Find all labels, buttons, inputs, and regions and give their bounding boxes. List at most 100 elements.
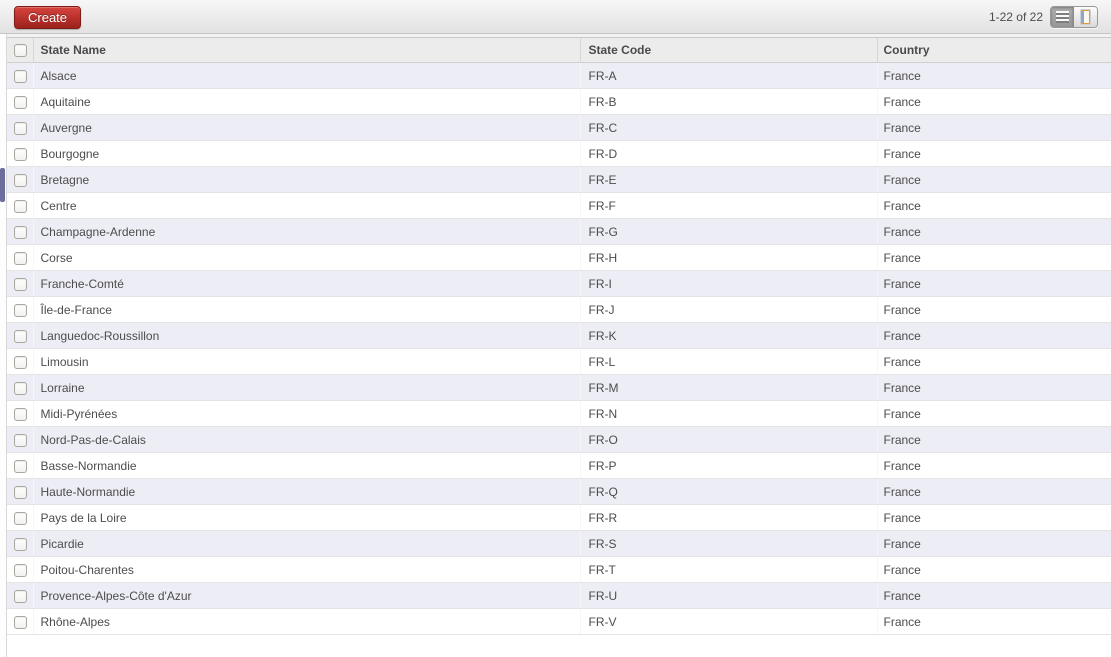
cell-state-code[interactable]: FR-U xyxy=(580,582,877,609)
cell-state-code[interactable]: FR-G xyxy=(580,218,877,245)
cell-state-code[interactable]: FR-S xyxy=(580,530,877,557)
cell-state-code[interactable]: FR-K xyxy=(580,322,877,349)
cell-country[interactable]: France xyxy=(877,530,1111,557)
table-row[interactable]: Languedoc-Roussillon FR-K France xyxy=(7,322,1111,349)
table-row[interactable]: Aquitaine FR-B France xyxy=(7,88,1111,115)
cell-state-code[interactable]: FR-F xyxy=(580,192,877,219)
cell-state-name[interactable]: Nord-Pas-de-Calais xyxy=(33,426,580,453)
cell-country[interactable]: France xyxy=(877,348,1111,375)
cell-state-name[interactable]: Aquitaine xyxy=(33,88,580,115)
list-view-button[interactable] xyxy=(1051,7,1074,27)
cell-country[interactable]: France xyxy=(877,426,1111,453)
table-row[interactable]: Bretagne FR-E France xyxy=(7,166,1111,193)
cell-state-code[interactable]: FR-E xyxy=(580,166,877,193)
cell-country[interactable]: France xyxy=(877,140,1111,167)
table-row[interactable]: Franche-Comté FR-I France xyxy=(7,270,1111,297)
row-checkbox[interactable] xyxy=(14,459,27,473)
table-row[interactable]: Île-de-France FR-J France xyxy=(7,296,1111,323)
cell-state-name[interactable]: Limousin xyxy=(33,348,580,375)
cell-state-name[interactable]: Rhône-Alpes xyxy=(33,608,580,635)
cell-state-code[interactable]: FR-B xyxy=(580,88,877,115)
cell-state-code[interactable]: FR-N xyxy=(580,400,877,427)
cell-state-name[interactable]: Bourgogne xyxy=(33,140,580,167)
cell-country[interactable]: France xyxy=(877,322,1111,349)
cell-state-name[interactable]: Lorraine xyxy=(33,374,580,401)
cell-state-name[interactable]: Provence-Alpes-Côte d'Azur xyxy=(33,582,580,609)
cell-state-name[interactable]: Basse-Normandie xyxy=(33,452,580,479)
table-row[interactable]: Bourgogne FR-D France xyxy=(7,140,1111,167)
row-checkbox[interactable] xyxy=(14,407,27,421)
cell-state-name[interactable]: Alsace xyxy=(33,62,580,89)
table-row[interactable]: Pays de la Loire FR-R France xyxy=(7,504,1111,531)
row-checkbox[interactable] xyxy=(14,121,27,135)
cell-state-code[interactable]: FR-O xyxy=(580,426,877,453)
cell-state-name[interactable]: Midi-Pyrénées xyxy=(33,400,580,427)
row-checkbox[interactable] xyxy=(14,355,27,369)
cell-country[interactable]: France xyxy=(877,504,1111,531)
table-row[interactable]: Centre FR-F France xyxy=(7,192,1111,219)
cell-state-code[interactable]: FR-L xyxy=(580,348,877,375)
cell-country[interactable]: France xyxy=(877,192,1111,219)
cell-country[interactable]: France xyxy=(877,582,1111,609)
cell-country[interactable]: France xyxy=(877,88,1111,115)
cell-state-code[interactable]: FR-M xyxy=(580,374,877,401)
table-row[interactable]: Champagne-Ardenne FR-G France xyxy=(7,218,1111,245)
cell-state-code[interactable]: FR-T xyxy=(580,556,877,583)
cell-state-name[interactable]: Bretagne xyxy=(33,166,580,193)
cell-country[interactable]: France xyxy=(877,296,1111,323)
cell-country[interactable]: France xyxy=(877,556,1111,583)
cell-country[interactable]: France xyxy=(877,478,1111,505)
column-header-state-name[interactable]: State Name xyxy=(32,37,580,63)
cell-country[interactable]: France xyxy=(877,114,1111,141)
cell-state-code[interactable]: FR-D xyxy=(580,140,877,167)
row-checkbox[interactable] xyxy=(14,589,27,603)
row-checkbox[interactable] xyxy=(14,329,27,343)
create-button[interactable]: Create xyxy=(14,6,82,29)
row-checkbox[interactable] xyxy=(14,433,27,447)
cell-state-name[interactable]: Auvergne xyxy=(33,114,580,141)
left-scrollbar[interactable] xyxy=(0,34,7,657)
row-checkbox[interactable] xyxy=(14,173,27,187)
cell-state-name[interactable]: Franche-Comté xyxy=(33,270,580,297)
cell-state-name[interactable]: Île-de-France xyxy=(33,296,580,323)
row-checkbox[interactable] xyxy=(14,615,27,629)
table-row[interactable]: Picardie FR-S France xyxy=(7,530,1111,557)
cell-state-name[interactable]: Champagne-Ardenne xyxy=(33,218,580,245)
row-checkbox[interactable] xyxy=(14,251,27,265)
form-view-button[interactable] xyxy=(1074,7,1097,27)
cell-state-name[interactable]: Languedoc-Roussillon xyxy=(33,322,580,349)
cell-state-code[interactable]: FR-Q xyxy=(580,478,877,505)
cell-country[interactable]: France xyxy=(877,270,1111,297)
table-row[interactable]: Lorraine FR-M France xyxy=(7,374,1111,401)
row-checkbox[interactable] xyxy=(14,199,27,213)
cell-state-code[interactable]: FR-V xyxy=(580,608,877,635)
row-checkbox[interactable] xyxy=(14,511,27,525)
row-checkbox[interactable] xyxy=(14,381,27,395)
cell-country[interactable]: France xyxy=(877,452,1111,479)
table-row[interactable]: Nord-Pas-de-Calais FR-O France xyxy=(7,426,1111,453)
row-checkbox[interactable] xyxy=(14,485,27,499)
column-header-state-code[interactable]: State Code xyxy=(579,37,877,63)
cell-state-name[interactable]: Centre xyxy=(33,192,580,219)
table-row[interactable]: Rhône-Alpes FR-V France xyxy=(7,608,1111,635)
row-checkbox[interactable] xyxy=(14,147,27,161)
row-checkbox[interactable] xyxy=(14,563,27,577)
row-checkbox[interactable] xyxy=(14,225,27,239)
cell-country[interactable]: France xyxy=(877,608,1111,635)
row-checkbox[interactable] xyxy=(14,95,27,109)
scrollbar-thumb[interactable] xyxy=(0,168,5,202)
table-row[interactable]: Alsace FR-A France xyxy=(7,62,1111,89)
row-checkbox[interactable] xyxy=(14,277,27,291)
cell-state-name[interactable]: Poitou-Charentes xyxy=(33,556,580,583)
cell-country[interactable]: France xyxy=(877,244,1111,271)
cell-state-name[interactable]: Picardie xyxy=(33,530,580,557)
table-row[interactable]: Midi-Pyrénées FR-N France xyxy=(7,400,1111,427)
cell-state-name[interactable]: Haute-Normandie xyxy=(33,478,580,505)
table-row[interactable]: Corse FR-H France xyxy=(7,244,1111,271)
cell-state-code[interactable]: FR-R xyxy=(580,504,877,531)
row-checkbox[interactable] xyxy=(14,303,27,317)
cell-state-name[interactable]: Pays de la Loire xyxy=(33,504,580,531)
cell-country[interactable]: France xyxy=(877,400,1111,427)
row-checkbox[interactable] xyxy=(14,537,27,551)
cell-country[interactable]: France xyxy=(877,218,1111,245)
